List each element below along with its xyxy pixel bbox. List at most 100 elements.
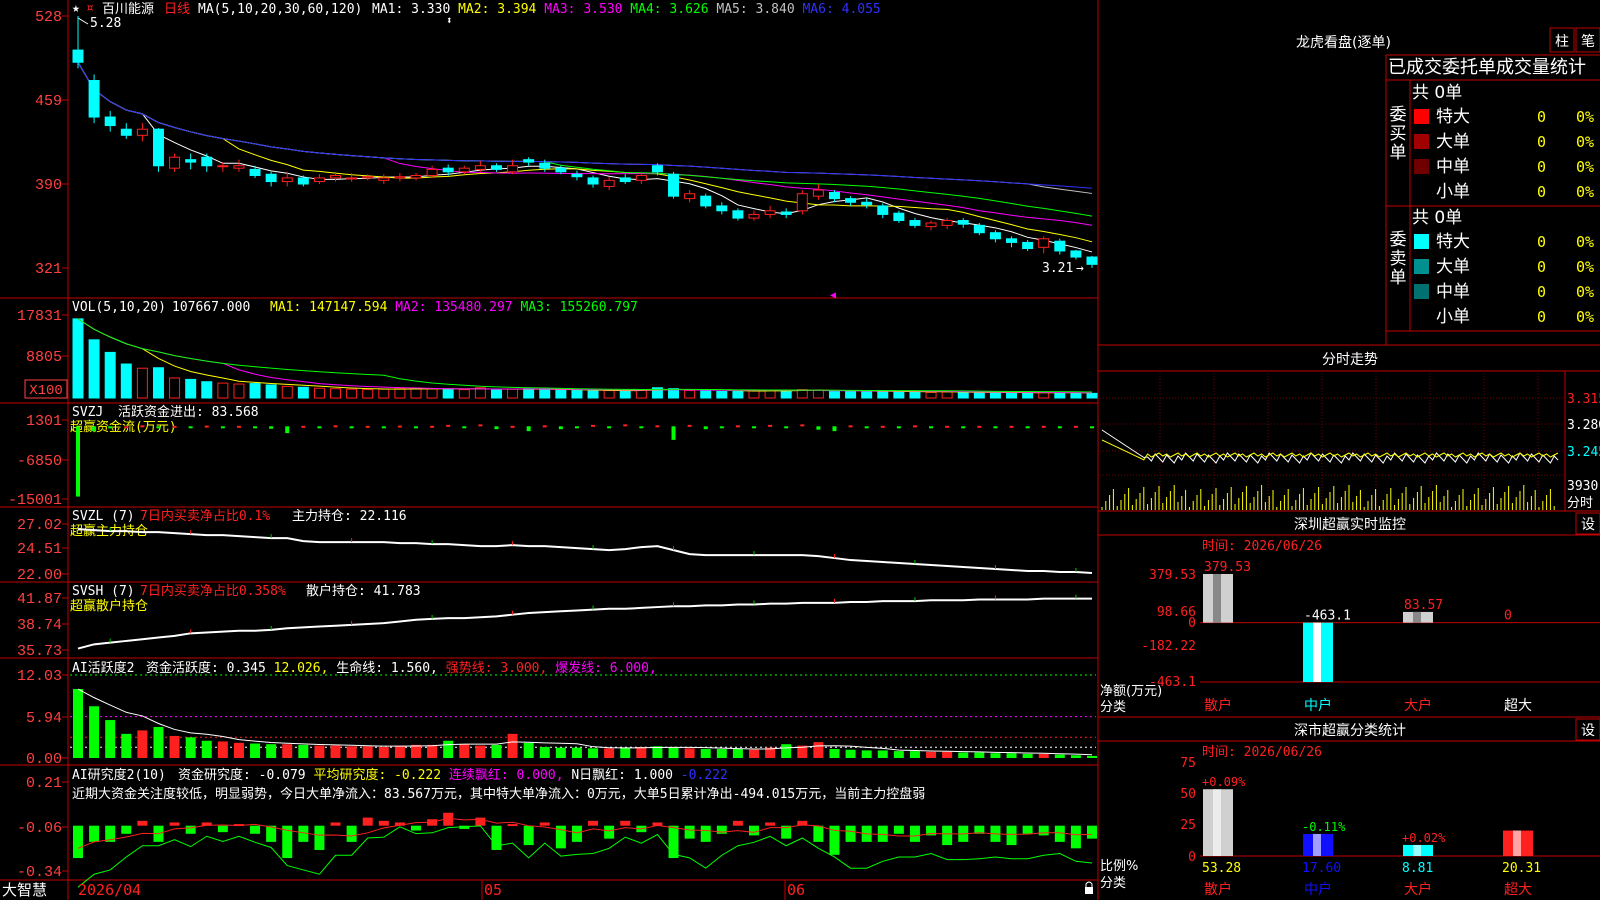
btn-bi[interactable]: 笔 [1581, 34, 1595, 50]
ai1-bar [266, 744, 277, 758]
candle-body [1022, 241, 1034, 250]
ai2-bar [1022, 825, 1033, 834]
ai2-bar [893, 825, 904, 834]
candle-body [989, 232, 1001, 240]
candle-body [378, 177, 390, 181]
svsh-seg1: 7日内买卖净占比0.358% [140, 583, 286, 599]
star-icon[interactable]: ★ [72, 1, 80, 16]
sz-set-button[interactable]: 设 [1581, 517, 1595, 533]
volume-bar [185, 378, 197, 399]
ai1-bar [1038, 753, 1049, 758]
ai1-bar [1054, 754, 1065, 758]
candle-body [88, 80, 100, 118]
fenshi-tick: 3.280 [1567, 418, 1600, 433]
order-percent: 0% [1576, 108, 1594, 126]
sz-category-label: 分类 [1100, 700, 1126, 715]
ai2-bar [137, 820, 148, 826]
candle-body [555, 167, 567, 173]
ai1-bar [861, 750, 872, 758]
svzj-bar [752, 426, 756, 429]
svzj-bar [542, 425, 547, 428]
ai1-bar [1087, 755, 1097, 758]
sz-time: 时间: 2026/06/26 [1202, 539, 1322, 554]
candle-body [861, 201, 873, 206]
svzj-bar [735, 425, 740, 428]
volume-bar [458, 389, 470, 399]
ai1-bar [684, 748, 695, 758]
vol-y-tick: 8805 [26, 349, 62, 366]
ai2-bar [765, 822, 776, 826]
order-count: 0 [1537, 108, 1546, 126]
candle-body [330, 174, 342, 179]
cls-y-tick: 75 [1180, 756, 1196, 771]
svzj-y-tick: -6850 [17, 453, 62, 470]
ai2-bar [475, 817, 486, 826]
sz-category: 中户 [1304, 697, 1332, 714]
volume-bar [1022, 392, 1034, 399]
svzj-bar [124, 426, 129, 429]
period-label[interactable]: 日线 [164, 2, 190, 17]
candle-body [732, 210, 744, 219]
svzj-bar [349, 426, 354, 429]
ai1-bar [877, 750, 888, 758]
svzl-y-tick: 24.51 [17, 541, 62, 558]
ai1-bar [169, 735, 180, 758]
ai1-bar [700, 749, 711, 758]
order-type-label: 小单 [1436, 182, 1470, 202]
stock-name: 百川能源 [102, 2, 154, 17]
btn-zhu[interactable]: 柱 [1555, 34, 1569, 50]
order-type-label: 特大 [1436, 232, 1470, 252]
svzj-bar [1073, 425, 1078, 428]
header-value: MA4: 3.626 [622, 2, 708, 17]
volume-bar [72, 318, 84, 399]
ai1-bar [394, 745, 405, 758]
volume-bar [394, 388, 406, 399]
volume-bar [104, 351, 116, 399]
volume-bar [989, 391, 1001, 399]
ai1-bar [427, 744, 438, 758]
cls-unit: 比例% [1100, 859, 1138, 874]
ai2-bar [362, 817, 373, 826]
candle-body [603, 179, 615, 187]
candle-body [587, 177, 599, 185]
ai1-bar [346, 746, 357, 758]
volume-bar [684, 390, 696, 399]
svzj-bar [108, 426, 113, 429]
svzj-bar [526, 426, 531, 432]
volume-bar [957, 391, 969, 399]
svzj-bar [800, 424, 805, 427]
ai1-bar [668, 747, 679, 758]
fenshi-title: 分时走势 [1322, 352, 1378, 368]
ai1-bar [571, 747, 582, 758]
svzj-bar [430, 425, 435, 428]
ai2-bar [845, 825, 856, 842]
sz-y-tick: -182.22 [1141, 639, 1196, 654]
svzj-bar [381, 426, 386, 429]
ai1-bar [73, 689, 83, 758]
candle-body [668, 173, 680, 197]
ai2-bar [604, 825, 615, 839]
order-type-label: 特大 [1436, 107, 1470, 127]
candle-body [523, 159, 535, 163]
candle-body [152, 128, 164, 167]
candle-body [72, 49, 84, 63]
vol-y-tick: 17831 [17, 308, 62, 325]
svzj-bar [156, 426, 161, 429]
volume-bar [571, 390, 583, 399]
order-type-label: 大单 [1436, 132, 1470, 152]
date-start-label: 2026/04 [78, 881, 141, 899]
ai1-bar [749, 749, 759, 758]
ai1-header: AI活跃度2 [72, 660, 134, 676]
volume-bar [346, 388, 358, 399]
volume-bar [716, 390, 728, 399]
header-value: MA1: 147147.594 [270, 300, 388, 315]
ai1-bar [330, 745, 341, 758]
ai2-bar [620, 820, 631, 826]
order-count: 0 [1537, 258, 1546, 276]
stock-chart-screen[interactable]: 528 459 390 321 17831 8805 1301 -6850 -1… [0, 0, 1600, 900]
svzj-bar [993, 426, 998, 429]
ai2-bar [539, 822, 550, 826]
svsh-seg2: 散户持仓: 41.783 [306, 583, 421, 599]
cls-set-button[interactable]: 设 [1581, 723, 1595, 739]
order-count: 0 [1537, 308, 1546, 326]
